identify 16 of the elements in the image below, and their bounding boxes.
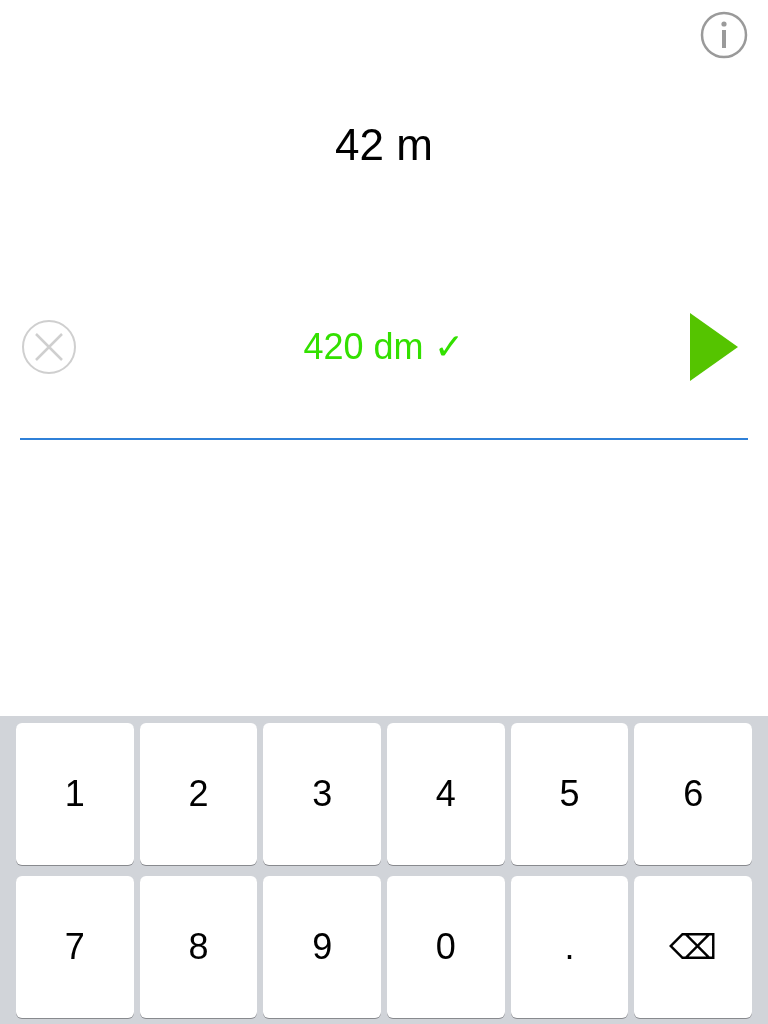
keyboard-key[interactable]: . [510,876,629,1018]
clear-icon[interactable] [21,319,77,375]
info-icon[interactable] [700,11,748,59]
keyboard-key[interactable]: 7 [16,876,134,1018]
keyboard-key[interactable]: 3 [263,723,381,865]
keyboard-key[interactable]: 4 [387,723,505,865]
play-icon[interactable] [690,313,738,381]
keyboard-key[interactable]: 1 [16,723,134,865]
keyboard-key[interactable]: 5 [510,723,629,865]
backspace-key[interactable]: ⌫ [634,876,752,1018]
question-text: 42 m [335,120,433,170]
keyboard-key[interactable]: 2 [139,723,258,865]
keyboard-key[interactable]: 6 [634,723,752,865]
keyboard-key[interactable]: 0 [387,876,505,1018]
keyboard-key[interactable]: 8 [139,876,258,1018]
keyboard-key[interactable]: 9 [263,876,381,1018]
